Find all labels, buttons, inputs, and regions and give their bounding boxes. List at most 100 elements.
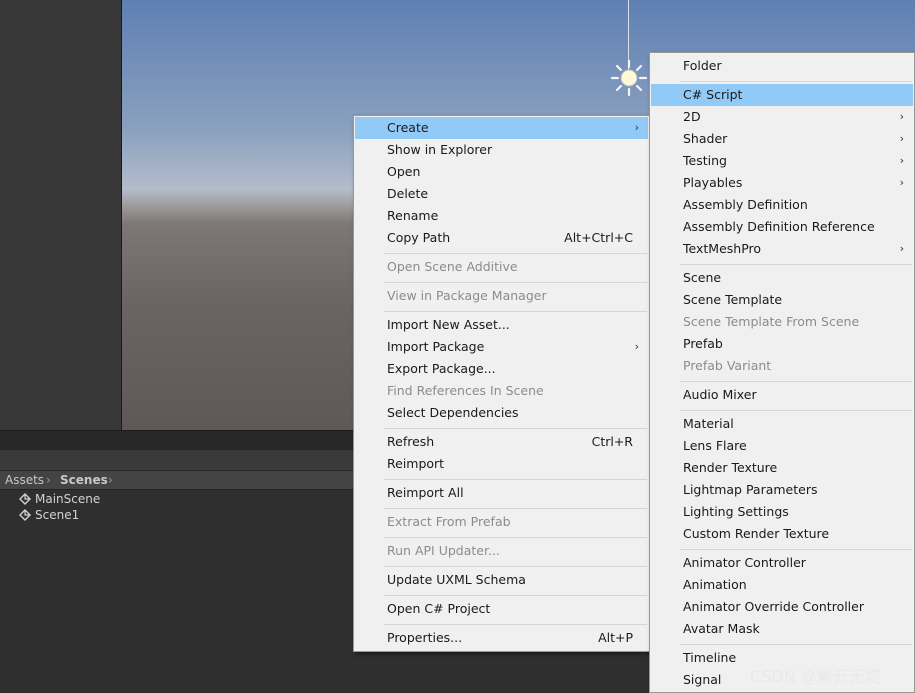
chevron-right-icon: ›	[899, 132, 904, 145]
menu-item-label: Scene	[683, 270, 722, 285]
list-item[interactable]: Scene1	[18, 507, 79, 523]
menu-item-import-new-asset[interactable]: Import New Asset...	[355, 314, 648, 336]
unity-scene-icon	[19, 493, 31, 505]
menu-separator	[384, 566, 647, 567]
menu-item-copy-path[interactable]: Copy Path Alt+Ctrl+C	[355, 227, 648, 249]
menu-item-export-package[interactable]: Export Package...	[355, 358, 648, 380]
menu-item-label: Extract From Prefab	[387, 514, 511, 529]
menu-item-rename[interactable]: Rename	[355, 205, 648, 227]
menu-item-label: Prefab	[683, 336, 723, 351]
menu-separator	[384, 282, 647, 283]
menu-item-animation[interactable]: Animation	[651, 574, 913, 596]
create-submenu: Folder C# Script 2D › Shader › Testing › Pl…	[649, 52, 915, 693]
list-item[interactable]: MainScene	[18, 491, 100, 507]
menu-item-create[interactable]: Create ›	[355, 117, 648, 139]
shortcut-label: Ctrl+R	[591, 434, 633, 449]
menu-item-label: Render Texture	[683, 460, 778, 475]
menu-item-label: Show in Explorer	[387, 142, 493, 157]
menu-item-label: Import Package	[387, 339, 485, 354]
menu-item-label: Open	[387, 164, 421, 179]
menu-item-refresh[interactable]: Refresh Ctrl+R	[355, 431, 648, 453]
menu-item-delete[interactable]: Delete	[355, 183, 648, 205]
menu-item-label: Assembly Definition	[683, 197, 808, 212]
menu-item-material[interactable]: Material	[651, 413, 913, 435]
menu-item-properties[interactable]: Properties... Alt+P	[355, 627, 648, 649]
menu-item-label: Reimport	[387, 456, 445, 471]
menu-item-prefab-variant[interactable]: Prefab Variant	[651, 355, 913, 377]
menu-item-label: Open C# Project	[387, 601, 491, 616]
menu-item-label: Select Dependencies	[387, 405, 519, 420]
breadcrumb-separator-icon: ›	[46, 473, 51, 487]
menu-item-run-api-updater[interactable]: Run API Updater...	[355, 540, 648, 562]
menu-separator	[680, 81, 912, 82]
menu-item-folder[interactable]: Folder	[651, 55, 913, 77]
menu-item-assembly-definition-reference[interactable]: Assembly Definition Reference	[651, 216, 913, 238]
menu-item-open[interactable]: Open	[355, 161, 648, 183]
scene-name: MainScene	[35, 492, 101, 506]
directional-light-icon[interactable]	[609, 58, 649, 98]
menu-item-csharp-script[interactable]: C# Script	[651, 84, 913, 106]
menu-item-lighting-settings[interactable]: Lighting Settings	[651, 501, 913, 523]
menu-item-show-in-explorer[interactable]: Show in Explorer	[355, 139, 648, 161]
menu-item-label: 2D	[683, 109, 701, 124]
menu-item-label: Prefab Variant	[683, 358, 772, 373]
menu-item-label: Shader	[683, 131, 728, 146]
menu-item-render-texture[interactable]: Render Texture	[651, 457, 913, 479]
menu-item-testing[interactable]: Testing ›	[651, 150, 913, 172]
menu-item-label: Find References In Scene	[387, 383, 544, 398]
menu-item-label: Lens Flare	[683, 438, 747, 453]
menu-item-animator-override-controller[interactable]: Animator Override Controller	[651, 596, 913, 618]
menu-item-label: Create	[387, 120, 429, 135]
menu-item-reimport[interactable]: Reimport	[355, 453, 648, 475]
menu-item-label: Playables	[683, 175, 743, 190]
menu-separator	[384, 595, 647, 596]
menu-item-label: Export Package...	[387, 361, 496, 376]
chevron-right-icon: ›	[634, 121, 639, 134]
menu-separator	[384, 508, 647, 509]
breadcrumb-scenes[interactable]: Scenes	[60, 473, 108, 487]
menu-item-label: Refresh	[387, 434, 435, 449]
menu-item-label: Animator Override Controller	[683, 599, 864, 614]
menu-item-label: Assembly Definition Reference	[683, 219, 875, 234]
menu-item-label: Avatar Mask	[683, 621, 760, 636]
menu-item-label: Open Scene Additive	[387, 259, 518, 274]
breadcrumb-chevron-icon: ›	[108, 473, 113, 487]
menu-item-textmeshpro[interactable]: TextMeshPro ›	[651, 238, 913, 260]
menu-item-label: Folder	[683, 58, 722, 73]
breadcrumb-assets[interactable]: Assets	[5, 473, 44, 487]
menu-item-label: Custom Render Texture	[683, 526, 830, 541]
menu-item-lightmap-parameters[interactable]: Lightmap Parameters	[651, 479, 913, 501]
menu-item-lens-flare[interactable]: Lens Flare	[651, 435, 913, 457]
menu-item-open-scene-additive[interactable]: Open Scene Additive	[355, 256, 648, 278]
menu-item-playables[interactable]: Playables ›	[651, 172, 913, 194]
menu-item-avatar-mask[interactable]: Avatar Mask	[651, 618, 913, 640]
menu-item-open-csharp-project[interactable]: Open C# Project	[355, 598, 648, 620]
menu-item-scene-template[interactable]: Scene Template	[651, 289, 913, 311]
menu-item-reimport-all[interactable]: Reimport All	[355, 482, 648, 504]
menu-item-import-package[interactable]: Import Package ›	[355, 336, 648, 358]
menu-item-label: Lighting Settings	[683, 504, 789, 519]
menu-item-scene-template-from-scene[interactable]: Scene Template From Scene	[651, 311, 913, 333]
menu-item-update-uxml-schema[interactable]: Update UXML Schema	[355, 569, 648, 591]
menu-item-audio-mixer[interactable]: Audio Mixer	[651, 384, 913, 406]
chevron-right-icon: ›	[899, 110, 904, 123]
menu-item-label: Scene Template From Scene	[683, 314, 860, 329]
menu-item-view-in-package-manager[interactable]: View in Package Manager	[355, 285, 648, 307]
menu-item-find-references[interactable]: Find References In Scene	[355, 380, 648, 402]
menu-item-select-dependencies[interactable]: Select Dependencies	[355, 402, 648, 424]
menu-item-2d[interactable]: 2D ›	[651, 106, 913, 128]
menu-separator	[680, 549, 912, 550]
scene-name: Scene1	[35, 508, 80, 522]
menu-item-label: Update UXML Schema	[387, 572, 526, 587]
menu-item-extract-from-prefab[interactable]: Extract From Prefab	[355, 511, 648, 533]
menu-item-prefab[interactable]: Prefab	[651, 333, 913, 355]
menu-item-label: Delete	[387, 186, 429, 201]
menu-item-custom-render-texture[interactable]: Custom Render Texture	[651, 523, 913, 545]
menu-item-assembly-definition[interactable]: Assembly Definition	[651, 194, 913, 216]
menu-separator	[680, 264, 912, 265]
menu-item-animator-controller[interactable]: Animator Controller	[651, 552, 913, 574]
chevron-right-icon: ›	[899, 154, 904, 167]
menu-item-shader[interactable]: Shader ›	[651, 128, 913, 150]
menu-item-scene[interactable]: Scene	[651, 267, 913, 289]
menu-item-label: Animator Controller	[683, 555, 806, 570]
